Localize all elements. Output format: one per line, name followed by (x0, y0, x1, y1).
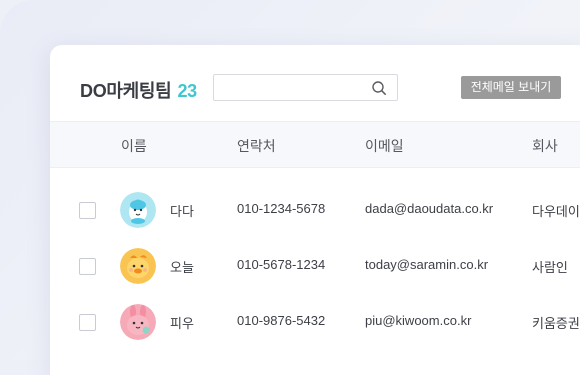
row-checkbox[interactable] (79, 258, 96, 275)
table-header: 이름 연락처 이메일 회사 (50, 121, 580, 168)
avatar (120, 248, 156, 284)
yellow-duck-character-icon (120, 248, 156, 284)
column-header-email[interactable]: 이메일 (365, 136, 404, 156)
contact-phone: 010-1234-5678 (237, 201, 326, 216)
send-all-mail-button[interactable]: 전체메일 보내기 (461, 76, 561, 99)
column-header-name[interactable]: 이름 (121, 136, 147, 156)
avatar (120, 192, 156, 228)
column-header-company[interactable]: 회사 (532, 136, 558, 156)
contact-name: 피우 (170, 316, 194, 331)
card-header: DO마케팅팀 23 전체메일 보내기 (50, 45, 580, 121)
blue-bird-character-icon (120, 192, 156, 228)
contact-list-card: DO마케팅팀 23 전체메일 보내기 이름 연락처 이메일 회사 다다 010-… (50, 45, 580, 375)
table-row[interactable]: 피우 010-9876-5432 piu@kiwoom.co.kr 키움증권 (50, 294, 580, 350)
row-checkbox[interactable] (79, 202, 96, 219)
contact-email[interactable]: piu@kiwoom.co.kr (365, 313, 471, 328)
contact-company: 키움증권 (532, 316, 580, 331)
group-name: DO마케팅팀 (80, 81, 172, 101)
contact-name: 다다 (170, 204, 194, 219)
avatar (120, 304, 156, 340)
contact-company: 사람인 (532, 260, 568, 275)
pink-bunny-character-icon (120, 304, 156, 340)
contact-company: 다우데이 (532, 204, 580, 219)
contact-phone: 010-5678-1234 (237, 257, 326, 272)
group-title: DO마케팅팀 23 (80, 77, 197, 103)
contact-email[interactable]: dada@daoudata.co.kr (365, 201, 493, 216)
row-checkbox[interactable] (79, 314, 96, 331)
search-icon[interactable] (371, 80, 387, 96)
column-header-phone[interactable]: 연락처 (237, 136, 276, 156)
contact-email[interactable]: today@saramin.co.kr (365, 257, 488, 272)
group-count: 23 (177, 81, 197, 101)
contact-name: 오늘 (170, 260, 194, 275)
contact-phone: 010-9876-5432 (237, 313, 326, 328)
table-row[interactable]: 오늘 010-5678-1234 today@saramin.co.kr 사람인 (50, 238, 580, 294)
table-row[interactable]: 다다 010-1234-5678 dada@daoudata.co.kr 다우데… (50, 182, 580, 238)
search-input[interactable] (213, 74, 398, 101)
